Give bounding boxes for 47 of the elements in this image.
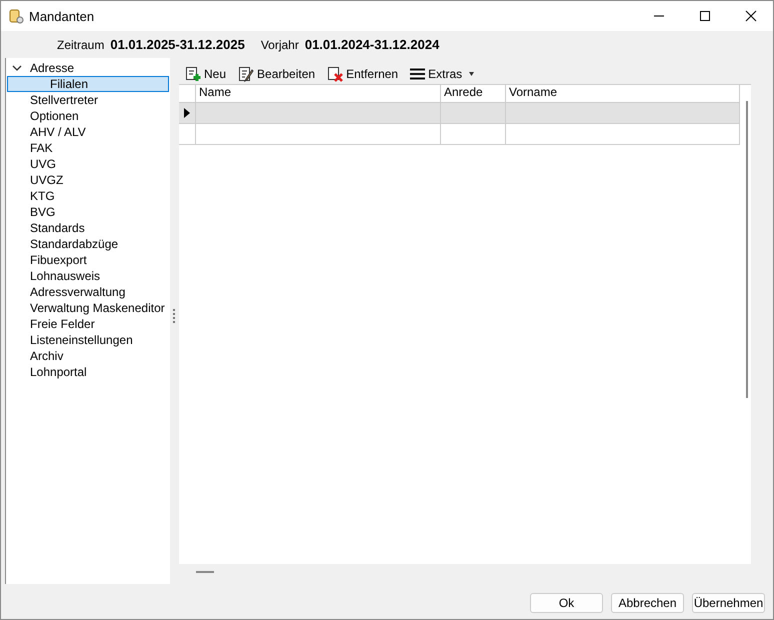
tree-item[interactable]: Fibuexport xyxy=(30,253,87,267)
tree-item[interactable]: Standards xyxy=(30,221,85,235)
dropdown-arrow-icon xyxy=(469,72,474,76)
column-header[interactable]: Name xyxy=(196,85,441,102)
tree-item[interactable]: UVG xyxy=(30,157,56,171)
new-button[interactable]: Neu xyxy=(183,66,228,82)
tree-item[interactable]: UVGZ xyxy=(30,173,64,187)
chevron-icon[interactable] xyxy=(12,63,22,73)
tree-item[interactable]: Standardabzüge xyxy=(30,237,118,251)
tree-item[interactable]: Archiv xyxy=(30,349,64,363)
window-title: Mandanten xyxy=(29,8,94,24)
column-header[interactable]: Anrede xyxy=(441,85,506,102)
previous-year-value: 01.01.2024-31.12.2024 xyxy=(304,37,440,52)
new-document-icon xyxy=(185,66,201,82)
tree-item[interactable]: BVG xyxy=(30,205,56,219)
dialog-button[interactable]: Abbrechen xyxy=(611,593,684,613)
edit-icon xyxy=(238,66,254,82)
tree-item[interactable]: Verwaltung Maskeneditor xyxy=(30,301,165,315)
tree-item[interactable]: Listeneinstellungen xyxy=(30,333,133,347)
tree-item[interactable]: AHV / ALV xyxy=(30,125,86,139)
tree-item[interactable]: Filialen xyxy=(7,76,169,92)
tree-item[interactable]: Optionen xyxy=(30,109,79,123)
period-value: 01.01.2025-31.12.2025 xyxy=(110,37,245,52)
tree-item[interactable]: FAK xyxy=(30,141,53,155)
delete-button[interactable]: Entfernen xyxy=(325,66,400,82)
tree-item[interactable]: Lohnportal xyxy=(30,365,87,379)
edit-button[interactable]: Bearbeiten xyxy=(236,66,318,82)
tree-item[interactable]: Lohnausweis xyxy=(30,269,100,283)
previous-year-label: Vorjahr xyxy=(260,38,299,52)
tree-item[interactable]: KTG xyxy=(30,189,55,203)
delete-icon xyxy=(327,66,344,82)
tree-item[interactable]: Stellvertreter xyxy=(30,93,98,107)
current-row-icon xyxy=(184,108,190,118)
splitter-grip[interactable] xyxy=(173,309,176,323)
extras-button[interactable]: Extras xyxy=(408,67,476,81)
close-icon[interactable] xyxy=(745,10,757,22)
menu-icon xyxy=(410,68,426,80)
period-label: Zeitraum xyxy=(57,38,104,52)
dialog-button[interactable]: Übernehmen xyxy=(692,593,765,613)
tree-item[interactable]: Adresse xyxy=(30,61,74,75)
dialog-button[interactable]: Ok xyxy=(530,593,603,613)
tree-item[interactable]: Adressverwaltung xyxy=(30,285,126,299)
column-header[interactable]: Vorname xyxy=(506,85,740,102)
tree-item[interactable]: Freie Felder xyxy=(30,317,95,331)
app-icon xyxy=(8,8,24,24)
maximize-icon[interactable] xyxy=(699,10,711,22)
scrollbar[interactable] xyxy=(746,101,748,398)
